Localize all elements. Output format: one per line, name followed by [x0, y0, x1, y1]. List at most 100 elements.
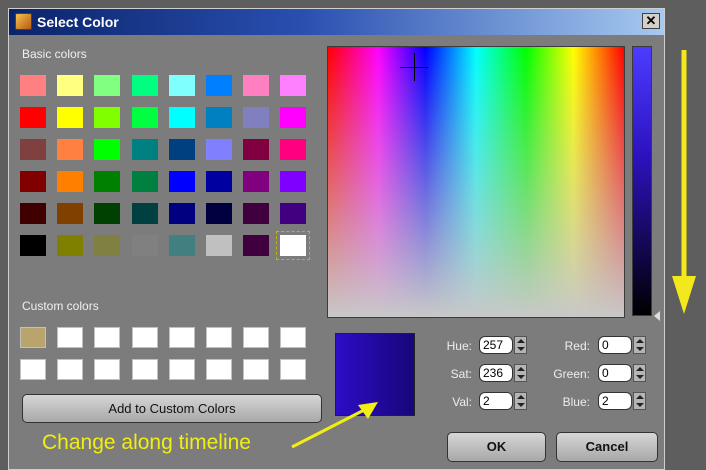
- basic-color-swatch[interactable]: [280, 75, 307, 96]
- spin-down-icon[interactable]: [517, 375, 525, 379]
- close-button[interactable]: ✕: [642, 13, 660, 29]
- blue-field[interactable]: 2: [598, 392, 632, 410]
- basic-color-swatch[interactable]: [243, 75, 270, 96]
- basic-color-swatch[interactable]: [20, 235, 46, 256]
- basic-color-swatch[interactable]: [168, 171, 195, 192]
- custom-color-swatch[interactable]: [280, 359, 307, 380]
- custom-color-swatch[interactable]: [20, 327, 46, 348]
- spin-up-icon[interactable]: [636, 367, 644, 371]
- spin-down-icon[interactable]: [636, 403, 644, 407]
- basic-color-swatch[interactable]: [57, 203, 84, 224]
- blue-label: Blue:: [562, 395, 590, 409]
- annotation-text: Change along timeline: [42, 431, 251, 454]
- basic-color-swatch[interactable]: [280, 139, 307, 160]
- val-spinner[interactable]: [514, 392, 527, 410]
- spin-down-icon[interactable]: [517, 403, 525, 407]
- blue-spinner[interactable]: [633, 392, 646, 410]
- custom-color-swatch[interactable]: [57, 327, 84, 348]
- down-arrow-icon: [672, 50, 696, 314]
- basic-color-swatch[interactable]: [57, 235, 84, 256]
- red-label: Red:: [564, 339, 590, 353]
- custom-color-swatch[interactable]: [94, 359, 121, 380]
- basic-color-swatch[interactable]: [131, 235, 158, 256]
- basic-color-swatch[interactable]: [57, 139, 84, 160]
- basic-color-swatch[interactable]: [131, 171, 158, 192]
- basic-color-swatch[interactable]: [20, 107, 46, 128]
- custom-color-swatch[interactable]: [168, 359, 195, 380]
- spin-up-icon[interactable]: [517, 367, 525, 371]
- basic-color-swatch[interactable]: [20, 75, 46, 96]
- spin-up-icon[interactable]: [636, 395, 644, 399]
- basic-color-swatch[interactable]: [20, 203, 46, 224]
- basic-color-swatch[interactable]: [205, 235, 232, 256]
- hue-spinner[interactable]: [514, 336, 527, 354]
- spin-down-icon[interactable]: [517, 347, 525, 351]
- ok-button[interactable]: OK: [447, 432, 546, 462]
- basic-color-swatch[interactable]: [131, 203, 158, 224]
- basic-color-swatch[interactable]: [168, 235, 195, 256]
- spin-up-icon[interactable]: [517, 395, 525, 399]
- custom-color-swatch[interactable]: [280, 327, 307, 348]
- sat-field[interactable]: 236: [479, 364, 513, 382]
- spin-down-icon[interactable]: [636, 375, 644, 379]
- basic-color-swatch[interactable]: [243, 235, 270, 256]
- basic-color-swatch[interactable]: [20, 139, 46, 160]
- basic-color-swatch[interactable]: [131, 139, 158, 160]
- basic-color-swatch[interactable]: [94, 203, 121, 224]
- basic-color-swatch[interactable]: [168, 75, 195, 96]
- basic-color-swatch[interactable]: [205, 203, 232, 224]
- custom-color-swatch[interactable]: [205, 359, 232, 380]
- basic-color-swatch[interactable]: [205, 171, 232, 192]
- spin-up-icon[interactable]: [517, 339, 525, 343]
- custom-color-swatch[interactable]: [94, 327, 121, 348]
- basic-color-swatch[interactable]: [94, 235, 121, 256]
- custom-color-swatch[interactable]: [243, 327, 270, 348]
- luminance-slider[interactable]: [632, 46, 652, 316]
- basic-color-swatch[interactable]: [243, 203, 270, 224]
- color-spectrum[interactable]: [327, 46, 625, 318]
- basic-color-swatch[interactable]: [94, 139, 121, 160]
- custom-color-swatch[interactable]: [131, 327, 158, 348]
- custom-color-swatch[interactable]: [243, 359, 270, 380]
- add-to-custom-colors-button[interactable]: Add to Custom Colors: [22, 394, 322, 423]
- red-spinner[interactable]: [633, 336, 646, 354]
- basic-color-swatch[interactable]: [243, 171, 270, 192]
- basic-color-swatch[interactable]: [280, 203, 307, 224]
- custom-color-swatch[interactable]: [57, 359, 84, 380]
- custom-color-swatch[interactable]: [20, 359, 46, 380]
- basic-color-swatch[interactable]: [205, 75, 232, 96]
- basic-color-swatch[interactable]: [168, 107, 195, 128]
- custom-color-swatch[interactable]: [168, 327, 195, 348]
- basic-color-swatch[interactable]: [57, 107, 84, 128]
- basic-color-swatch[interactable]: [280, 107, 307, 128]
- basic-color-swatch[interactable]: [168, 203, 195, 224]
- green-field[interactable]: 0: [598, 364, 632, 382]
- basic-color-swatch[interactable]: [243, 139, 270, 160]
- val-field[interactable]: 2: [479, 392, 513, 410]
- custom-color-swatch[interactable]: [205, 327, 232, 348]
- luminance-pointer-icon[interactable]: [654, 311, 660, 321]
- basic-color-swatch[interactable]: [94, 107, 121, 128]
- spin-up-icon[interactable]: [636, 339, 644, 343]
- basic-color-swatch[interactable]: [280, 171, 307, 192]
- basic-color-swatch[interactable]: [20, 171, 46, 192]
- basic-color-swatch[interactable]: [168, 139, 195, 160]
- basic-color-swatch[interactable]: [131, 107, 158, 128]
- spin-down-icon[interactable]: [636, 347, 644, 351]
- custom-color-swatch[interactable]: [131, 359, 158, 380]
- basic-color-swatch[interactable]: [276, 231, 311, 260]
- basic-color-swatch[interactable]: [94, 171, 121, 192]
- basic-color-swatch[interactable]: [57, 75, 84, 96]
- basic-color-swatch[interactable]: [57, 171, 84, 192]
- basic-color-swatch[interactable]: [131, 75, 158, 96]
- crosshair-cursor: [400, 67, 428, 68]
- basic-color-swatch[interactable]: [243, 107, 270, 128]
- cancel-button[interactable]: Cancel: [556, 432, 658, 462]
- basic-color-swatch[interactable]: [205, 107, 232, 128]
- green-spinner[interactable]: [633, 364, 646, 382]
- red-field[interactable]: 0: [598, 336, 632, 354]
- basic-color-swatch[interactable]: [94, 75, 121, 96]
- sat-spinner[interactable]: [514, 364, 527, 382]
- basic-color-swatch[interactable]: [205, 139, 232, 160]
- hue-field[interactable]: 257: [479, 336, 513, 354]
